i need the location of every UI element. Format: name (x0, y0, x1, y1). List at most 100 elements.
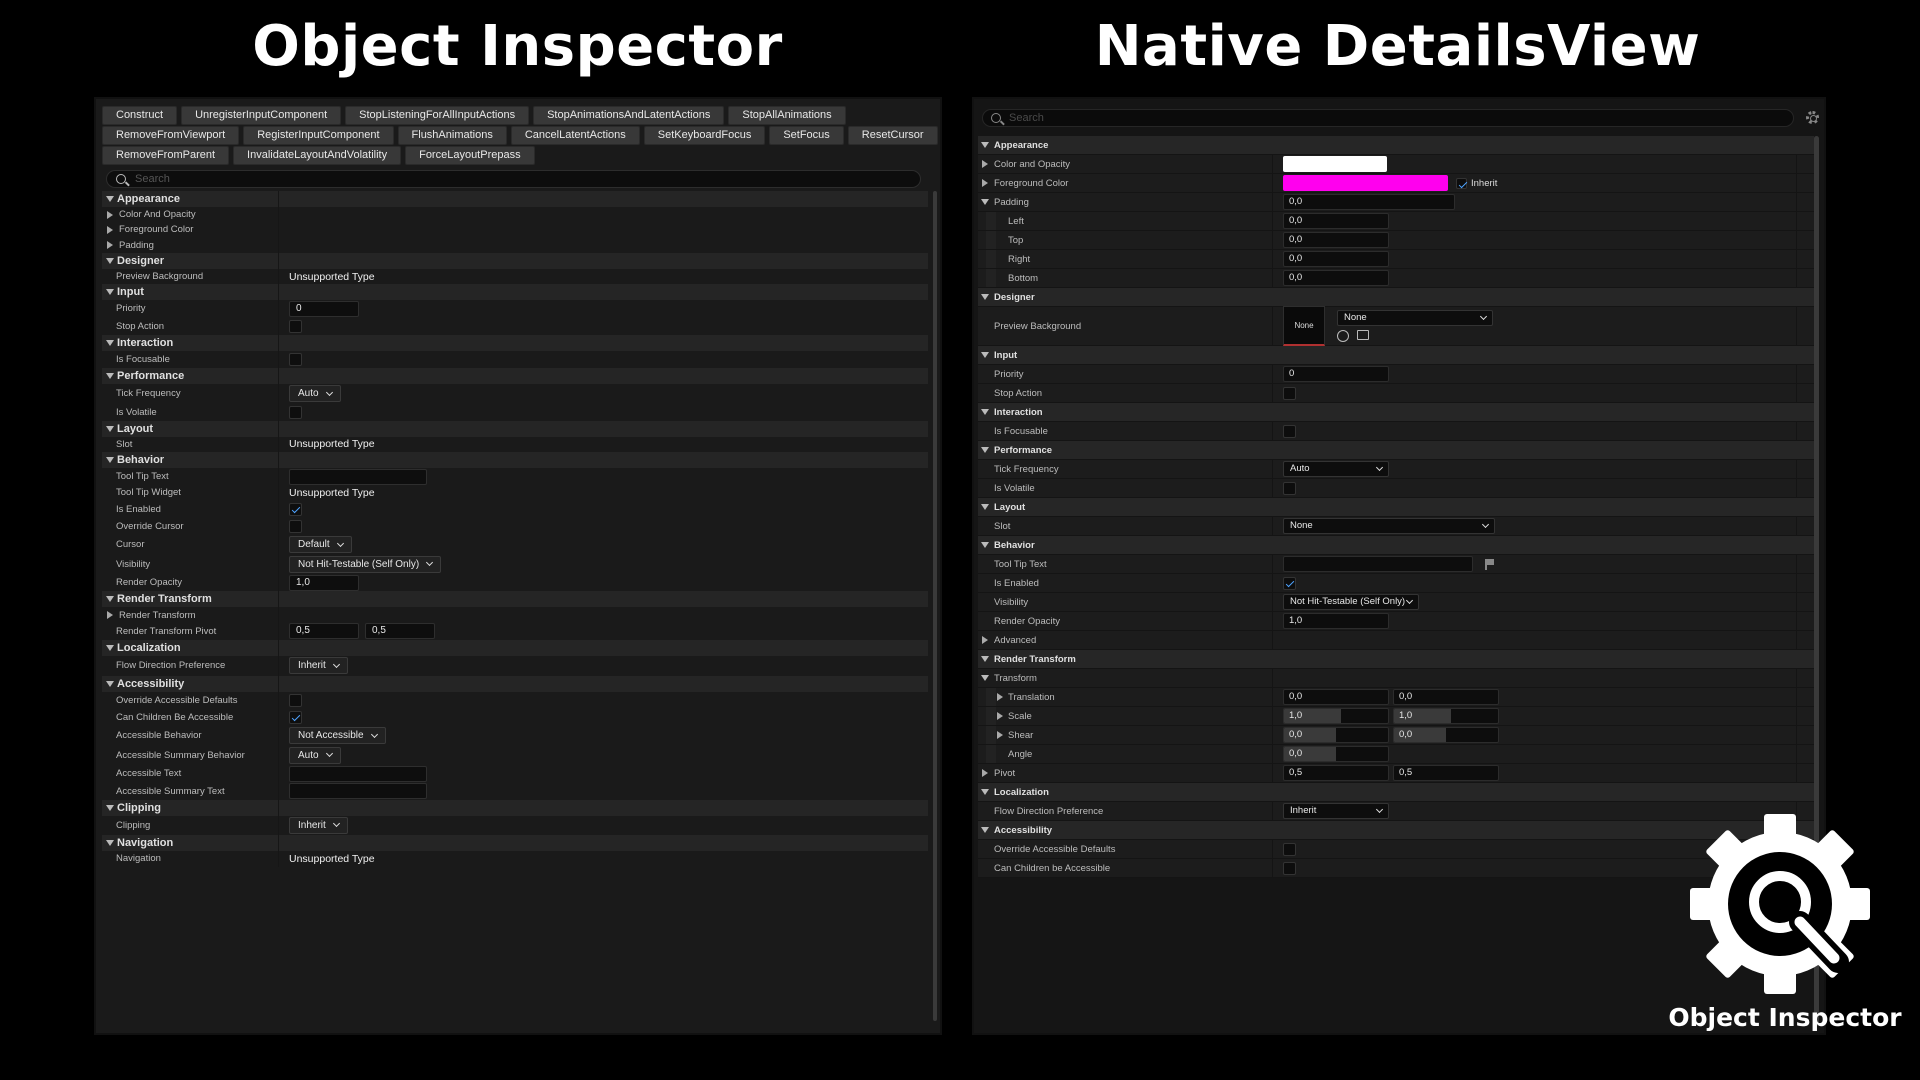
property-input-field[interactable]: 0 (289, 300, 359, 317)
collapsed-arrow-icon[interactable] (982, 179, 988, 187)
category-accessibility[interactable]: Accessibility (102, 675, 928, 692)
expand-arrow-icon[interactable] (981, 675, 989, 681)
property-checkbox[interactable] (1283, 842, 1296, 856)
property-row-padding[interactable]: Padding (102, 237, 928, 253)
property-dropdown[interactable]: Auto (1283, 461, 1389, 477)
property-input-field[interactable] (289, 468, 427, 485)
function-button-stopanimationsandlatentactions[interactable]: StopAnimationsAndLatentActions (533, 106, 725, 125)
vector-component-input[interactable]: 0,5 (365, 623, 435, 640)
settings-gear-icon[interactable] (1806, 111, 1819, 124)
property-row-scale[interactable]: Scale 1,0 1,0 (978, 707, 1814, 726)
object-inspector-search-input[interactable] (135, 172, 895, 186)
property-dropdown[interactable]: None (1283, 518, 1495, 534)
property-input-field[interactable]: 0,0 (1283, 213, 1389, 229)
expand-arrow-icon[interactable] (106, 804, 114, 811)
category-interaction[interactable]: Interaction (978, 403, 1814, 422)
collapsed-arrow-icon[interactable] (997, 712, 1003, 720)
expand-arrow-icon[interactable] (106, 289, 114, 296)
category-render-transform[interactable]: Render Transform (978, 650, 1814, 669)
property-row-foreground-color[interactable]: Foreground Color (102, 222, 928, 238)
function-button-setfocus[interactable]: SetFocus (769, 126, 844, 145)
property-input-field[interactable]: 0,0 (1283, 232, 1389, 248)
function-button-resetcursor[interactable]: ResetCursor (847, 126, 938, 145)
collapsed-arrow-icon[interactable] (107, 210, 113, 219)
inherit-checkbox[interactable] (1456, 177, 1467, 189)
property-row-translation[interactable]: Translation 0,0 0,0 (978, 688, 1814, 707)
property-row-pivot[interactable]: Pivot 0,5 0,5 (978, 764, 1814, 783)
asset-dropdown[interactable]: None (1337, 310, 1493, 326)
property-checkbox[interactable] (289, 519, 302, 533)
category-performance[interactable]: Performance (978, 441, 1814, 460)
property-input-field[interactable] (289, 765, 427, 782)
property-input-field[interactable]: 0,0 (1283, 746, 1389, 762)
function-button-cancellatentactions[interactable]: CancelLatentActions (510, 126, 640, 145)
property-checkbox[interactable] (289, 319, 302, 333)
function-button-removefromparent[interactable]: RemoveFromParent (102, 146, 230, 165)
function-button-stopallanimations[interactable]: StopAllAnimations (728, 106, 846, 125)
function-button-flushanimations[interactable]: FlushAnimations (397, 126, 507, 145)
property-checkbox[interactable] (1283, 861, 1296, 875)
category-appearance[interactable]: Appearance (102, 191, 928, 207)
expand-arrow-icon[interactable] (106, 645, 114, 652)
category-layout[interactable]: Layout (102, 420, 928, 437)
category-appearance[interactable]: Appearance (978, 136, 1814, 155)
expand-arrow-icon[interactable] (981, 656, 989, 662)
property-dropdown[interactable]: Not Hit-Testable (Self Only) (1283, 594, 1419, 610)
expand-arrow-icon[interactable] (981, 352, 989, 358)
expand-arrow-icon[interactable] (981, 199, 989, 205)
expand-arrow-icon[interactable] (981, 827, 989, 833)
property-dropdown[interactable]: Not Accessible (289, 727, 386, 745)
vector-component-input[interactable]: 0,5 (289, 623, 359, 640)
details-view-search-input[interactable] (1009, 111, 1769, 125)
vector-component-input[interactable]: 0,0 (1393, 727, 1499, 743)
property-row-shear[interactable]: Shear 0,0 0,0 (978, 726, 1814, 745)
property-checkbox[interactable] (289, 405, 302, 419)
category-designer[interactable]: Designer (102, 252, 928, 269)
object-inspector-scrollbar[interactable] (933, 191, 937, 1021)
category-clipping[interactable]: Clipping (102, 799, 928, 816)
category-input[interactable]: Input (978, 346, 1814, 365)
property-checkbox[interactable] (1283, 386, 1296, 400)
localization-flag-icon[interactable] (1485, 558, 1495, 570)
property-dropdown[interactable]: Inherit (289, 816, 348, 834)
category-navigation[interactable]: Navigation (102, 835, 928, 852)
use-selected-asset-icon[interactable] (1357, 330, 1369, 340)
property-row-advanced[interactable]: Advanced (978, 631, 1814, 650)
property-checkbox[interactable] (289, 693, 302, 707)
vector-component-input[interactable]: 0,0 (1283, 689, 1389, 705)
property-checkbox[interactable] (289, 352, 302, 366)
property-dropdown[interactable]: Default (289, 536, 352, 554)
collapsed-arrow-icon[interactable] (982, 769, 988, 777)
function-button-construct[interactable]: Construct (102, 106, 178, 125)
expand-arrow-icon[interactable] (981, 542, 989, 548)
category-localization[interactable]: Localization (102, 640, 928, 657)
expand-arrow-icon[interactable] (106, 257, 114, 264)
category-designer[interactable]: Designer (978, 288, 1814, 307)
expand-arrow-icon[interactable] (106, 596, 114, 603)
category-render-transform[interactable]: Render Transform (102, 591, 928, 608)
property-checkbox[interactable] (1283, 576, 1296, 590)
expand-arrow-icon[interactable] (106, 372, 114, 379)
vector-component-input[interactable]: 0,0 (1393, 689, 1499, 705)
vector-component-input[interactable]: 0,5 (1393, 765, 1499, 781)
category-localization[interactable]: Localization (978, 783, 1814, 802)
vector-component-input[interactable]: 1,0 (1283, 708, 1389, 724)
object-inspector-search[interactable] (106, 170, 921, 188)
property-checkbox[interactable] (1283, 424, 1296, 438)
expand-arrow-icon[interactable] (981, 294, 989, 300)
property-dropdown[interactable]: Inherit (289, 657, 348, 675)
property-checkbox[interactable] (1283, 481, 1296, 495)
property-input-field[interactable]: 0 (1283, 366, 1389, 382)
function-button-setkeyboardfocus[interactable]: SetKeyboardFocus (643, 126, 766, 145)
color-swatch[interactable] (1283, 156, 1387, 172)
browse-to-asset-icon[interactable] (1337, 330, 1349, 342)
property-input-field[interactable] (289, 783, 427, 800)
function-button-unregisterinputcomponent[interactable]: UnregisterInputComponent (181, 106, 342, 125)
color-swatch[interactable] (1283, 175, 1448, 191)
vector-component-input[interactable]: 1,0 (1393, 708, 1499, 724)
function-button-registerinputcomponent[interactable]: RegisterInputComponent (243, 126, 394, 145)
expand-arrow-icon[interactable] (981, 409, 989, 415)
collapsed-arrow-icon[interactable] (997, 731, 1003, 739)
property-input-field[interactable]: 1,0 (289, 574, 359, 591)
category-behavior[interactable]: Behavior (102, 451, 928, 468)
